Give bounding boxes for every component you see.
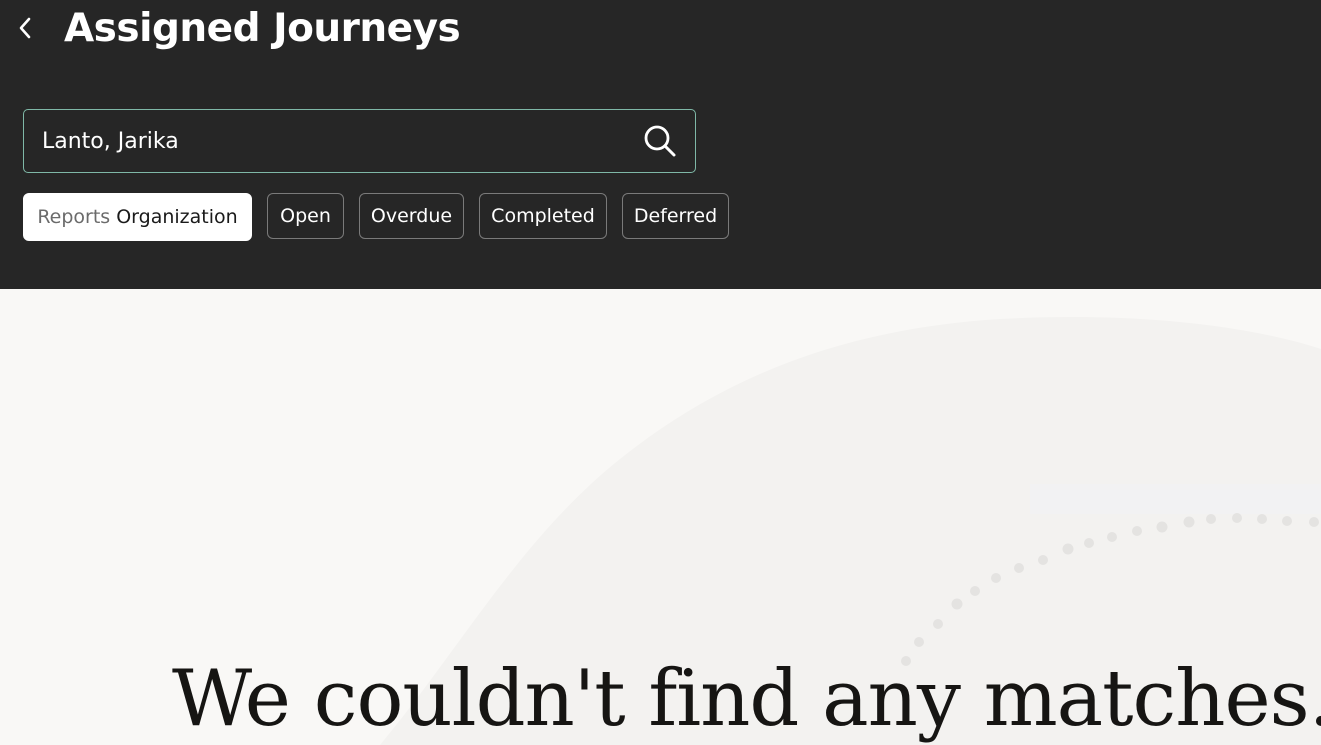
search-icon (644, 125, 676, 157)
filter-chip-deferred[interactable]: Deferred (622, 193, 729, 239)
empty-state-message: We couldn't find any matches. (172, 654, 1321, 744)
search-field[interactable] (23, 109, 696, 173)
filter-chip-reports-organization[interactable]: Reports Organization (23, 193, 252, 241)
filter-chip-open[interactable]: Open (267, 193, 344, 239)
search-button[interactable] (643, 124, 677, 158)
filter-chip-overdue[interactable]: Overdue (359, 193, 464, 239)
chevron-left-icon (19, 17, 31, 39)
filter-chip-completed[interactable]: Completed (479, 193, 607, 239)
page-header: Assigned Journeys Reports Organization O… (0, 0, 1321, 289)
search-input[interactable] (42, 110, 622, 172)
back-button[interactable] (10, 10, 40, 46)
page-title: Assigned Journeys (64, 6, 461, 51)
filter-chip-value: Organization (116, 206, 238, 228)
filter-chip-key: Reports (37, 206, 111, 228)
results-area: We couldn't find any matches. (0, 289, 1321, 745)
